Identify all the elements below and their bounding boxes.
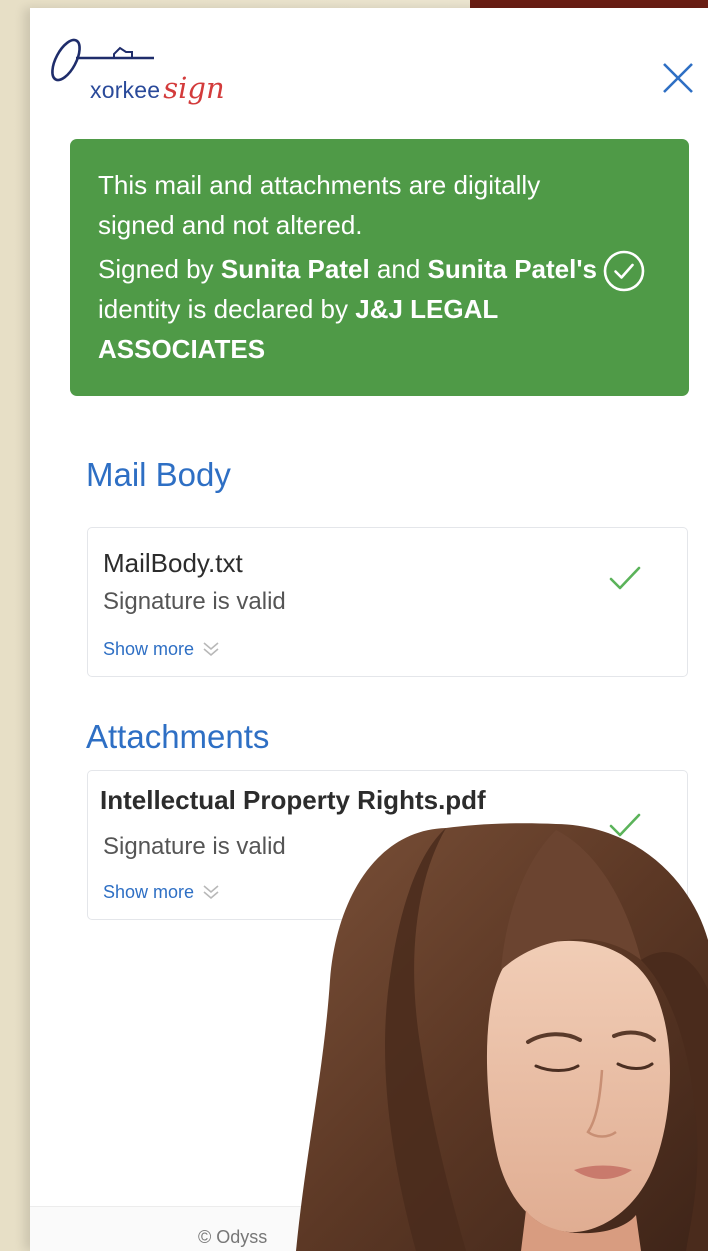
- mail-body-show-more-link[interactable]: Show more: [103, 640, 220, 658]
- attachment-signature-status: Signature is valid: [103, 833, 286, 860]
- attachments-heading: Attachments: [86, 718, 270, 755]
- person-photo: [296, 823, 708, 1251]
- copyright-text: © Odyss: [198, 1227, 268, 1247]
- show-more-label: Show more: [103, 639, 195, 659]
- show-more-label: Show more: [103, 882, 195, 902]
- attachment-show-more-link[interactable]: Show more: [103, 883, 220, 901]
- verification-banner: This mail and attachments are digitally …: [70, 139, 689, 396]
- mail-body-heading: Mail Body: [86, 456, 231, 493]
- banner-integrity-text: This mail and attachments are digitally …: [98, 170, 541, 240]
- logo-brand-text: xorkee: [90, 77, 161, 103]
- banner-and-label: and: [369, 254, 428, 284]
- logo-sign-text: sign: [163, 71, 225, 105]
- mail-body-signature-status: Signature is valid: [103, 588, 286, 615]
- banner-signer-possessive: Sunita Patel's: [427, 254, 597, 284]
- close-icon: [663, 63, 693, 93]
- double-chevron-down-icon: [203, 885, 219, 900]
- banner-signer-text: Signed by Sunita Patel and Sunita Patel'…: [98, 249, 598, 369]
- check-icon: [609, 566, 641, 590]
- banner-signer-name: Sunita Patel: [220, 254, 370, 284]
- banner-signed-by-label: Signed by: [98, 254, 221, 284]
- xorkee-sign-logo: xorkee sign: [44, 30, 284, 110]
- circle-check-icon: [603, 250, 645, 292]
- attachment-file-name: Intellectual Property Rights.pdf: [100, 785, 486, 815]
- double-chevron-down-icon: [203, 642, 219, 657]
- mail-body-card: MailBody.txt Signature is valid Show mor…: [87, 527, 688, 677]
- banner-identity-label: identity is declared by: [98, 294, 356, 324]
- close-button[interactable]: [658, 58, 698, 98]
- mail-body-file-name: MailBody.txt: [103, 548, 243, 578]
